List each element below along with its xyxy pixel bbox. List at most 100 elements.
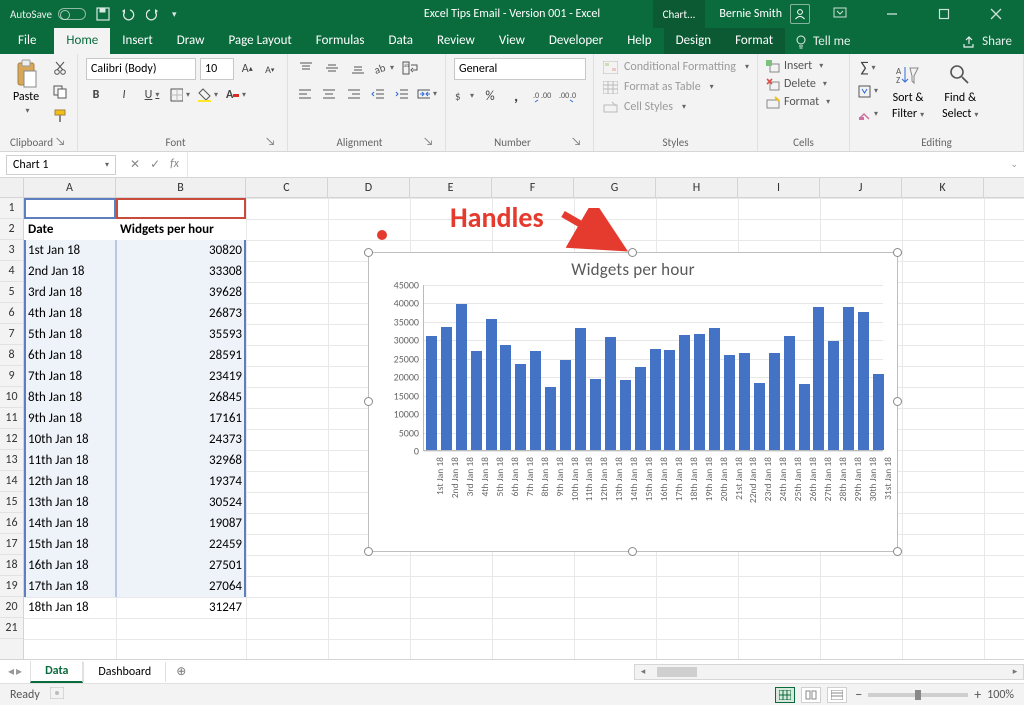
row-header[interactable]: 7 (0, 324, 23, 345)
cell[interactable]: 26845 (116, 387, 246, 408)
chart-bar[interactable] (739, 353, 750, 450)
number-format-select[interactable] (454, 58, 586, 80)
chart-bar[interactable] (784, 336, 795, 450)
user-name[interactable]: Bernie Smith (719, 7, 782, 21)
chart-bar[interactable] (664, 350, 675, 450)
macro-record-icon[interactable] (50, 687, 64, 703)
align-right-icon[interactable] (344, 84, 362, 104)
cell[interactable]: 7th Jan 18 (24, 366, 116, 387)
cell[interactable]: 28591 (116, 345, 246, 366)
align-top-icon[interactable] (296, 58, 316, 78)
maximize-icon[interactable] (922, 0, 966, 28)
chart-bar[interactable] (620, 380, 631, 450)
chart-bar[interactable] (754, 383, 765, 450)
cell[interactable]: 10th Jan 18 (24, 429, 116, 450)
increase-indent-icon[interactable] (393, 84, 411, 104)
cell[interactable]: 12th Jan 18 (24, 471, 116, 492)
horizontal-scrollbar[interactable]: ◂▸ (634, 664, 1024, 680)
merge-center-icon[interactable]: ▾ (417, 84, 437, 104)
cell[interactable]: 18th Jan 18 (24, 597, 116, 618)
insert-cells-button[interactable]: Insert▾ (766, 58, 841, 74)
cell[interactable]: 11th Jan 18 (24, 450, 116, 471)
tab-insert[interactable]: Insert (110, 28, 165, 54)
cell[interactable]: 17161 (116, 408, 246, 429)
tell-me-search[interactable]: Tell me (785, 34, 860, 54)
row-header[interactable]: 5 (0, 282, 23, 303)
chart-bar[interactable] (471, 351, 482, 450)
chart-bar[interactable] (590, 379, 601, 450)
underline-icon[interactable]: U▾ (142, 85, 162, 105)
decrease-font-icon[interactable]: A▾ (261, 59, 280, 79)
increase-font-icon[interactable]: A▴ (238, 59, 257, 79)
column-header[interactable]: C (246, 178, 328, 197)
column-header[interactable]: B (116, 178, 246, 197)
sheet-tab-dashboard[interactable]: Dashboard (83, 662, 166, 682)
chart-bar[interactable] (724, 355, 735, 450)
view-normal-icon[interactable] (775, 687, 795, 703)
chart-bar[interactable] (813, 307, 824, 450)
conditional-formatting-button[interactable]: Conditional Formatting▾ (602, 58, 749, 76)
zoom-out-icon[interactable]: − (855, 686, 862, 703)
column-header[interactable]: K (902, 178, 984, 197)
cell[interactable]: 27501 (116, 555, 246, 576)
copy-icon[interactable] (50, 82, 70, 102)
cell[interactable]: 24373 (116, 429, 246, 450)
cell[interactable]: Date (24, 219, 116, 240)
user-avatar-icon[interactable] (790, 4, 810, 24)
chart-bar[interactable] (545, 387, 556, 450)
cell[interactable]: 32968 (116, 450, 246, 471)
column-header[interactable]: D (328, 178, 410, 197)
cell[interactable]: 3rd Jan 18 (24, 282, 116, 303)
view-page-layout-icon[interactable] (801, 687, 821, 703)
chart-bar[interactable] (873, 374, 884, 450)
row-header[interactable]: 14 (0, 471, 23, 492)
border-icon[interactable]: ▾ (170, 85, 190, 105)
zoom-slider[interactable] (868, 693, 968, 697)
name-box[interactable]: Chart 1▾ (6, 155, 116, 175)
row-header[interactable]: 4 (0, 261, 23, 282)
tab-developer[interactable]: Developer (537, 28, 615, 54)
column-header[interactable]: H (656, 178, 738, 197)
cell[interactable]: 22459 (116, 534, 246, 555)
cell[interactable]: 23419 (116, 366, 246, 387)
row-header[interactable]: 15 (0, 492, 23, 513)
sheet-nav-next-icon[interactable]: ▸ (16, 664, 22, 679)
cell[interactable]: 35593 (116, 324, 246, 345)
undo-icon[interactable] (120, 7, 136, 21)
close-icon[interactable] (974, 0, 1018, 28)
zoom-level[interactable]: 100% (987, 688, 1014, 702)
font-color-icon[interactable]: A▾ (226, 85, 246, 105)
format-cells-button[interactable]: Format▾ (766, 94, 841, 110)
delete-cells-button[interactable]: Delete▾ (766, 76, 841, 92)
cell[interactable]: Widgets per hour (116, 219, 246, 240)
select-all-cell[interactable] (0, 178, 24, 197)
format-painter-icon[interactable] (50, 106, 70, 126)
cell[interactable]: 19087 (116, 513, 246, 534)
chart-bar[interactable] (500, 345, 511, 450)
enter-formula-icon[interactable]: ✓ (150, 157, 160, 172)
cell[interactable]: 17th Jan 18 (24, 576, 116, 597)
number-launcher-icon[interactable]: ↘ (571, 135, 585, 149)
wrap-text-icon[interactable]: ab (400, 58, 420, 78)
ribbon-display-icon[interactable] (818, 0, 862, 28)
cell[interactable]: 33308 (116, 261, 246, 282)
qat-customize-icon[interactable]: ▾ (172, 9, 177, 20)
font-launcher-icon[interactable]: ↘ (265, 135, 279, 149)
tab-view[interactable]: View (487, 28, 537, 54)
row-header[interactable]: 20 (0, 597, 23, 618)
chart-bar[interactable] (635, 367, 646, 450)
chart-bar[interactable] (679, 335, 690, 450)
tab-home[interactable]: Home (54, 28, 110, 54)
expand-formula-bar-icon[interactable]: ⌄ (1004, 159, 1024, 170)
tab-design[interactable]: Design (664, 28, 723, 54)
tab-format[interactable]: Format (723, 28, 785, 54)
cancel-formula-icon[interactable]: ✕ (130, 157, 140, 172)
chart-bar[interactable] (575, 328, 586, 450)
cell[interactable]: 39628 (116, 282, 246, 303)
fill-color-icon[interactable]: ▾ (198, 85, 218, 105)
chart-title[interactable]: Widgets per hour (369, 253, 897, 282)
row-header[interactable]: 2 (0, 219, 23, 240)
chart-bar[interactable] (560, 360, 571, 450)
cell[interactable]: 4th Jan 18 (24, 303, 116, 324)
chart-bar[interactable] (441, 327, 452, 450)
